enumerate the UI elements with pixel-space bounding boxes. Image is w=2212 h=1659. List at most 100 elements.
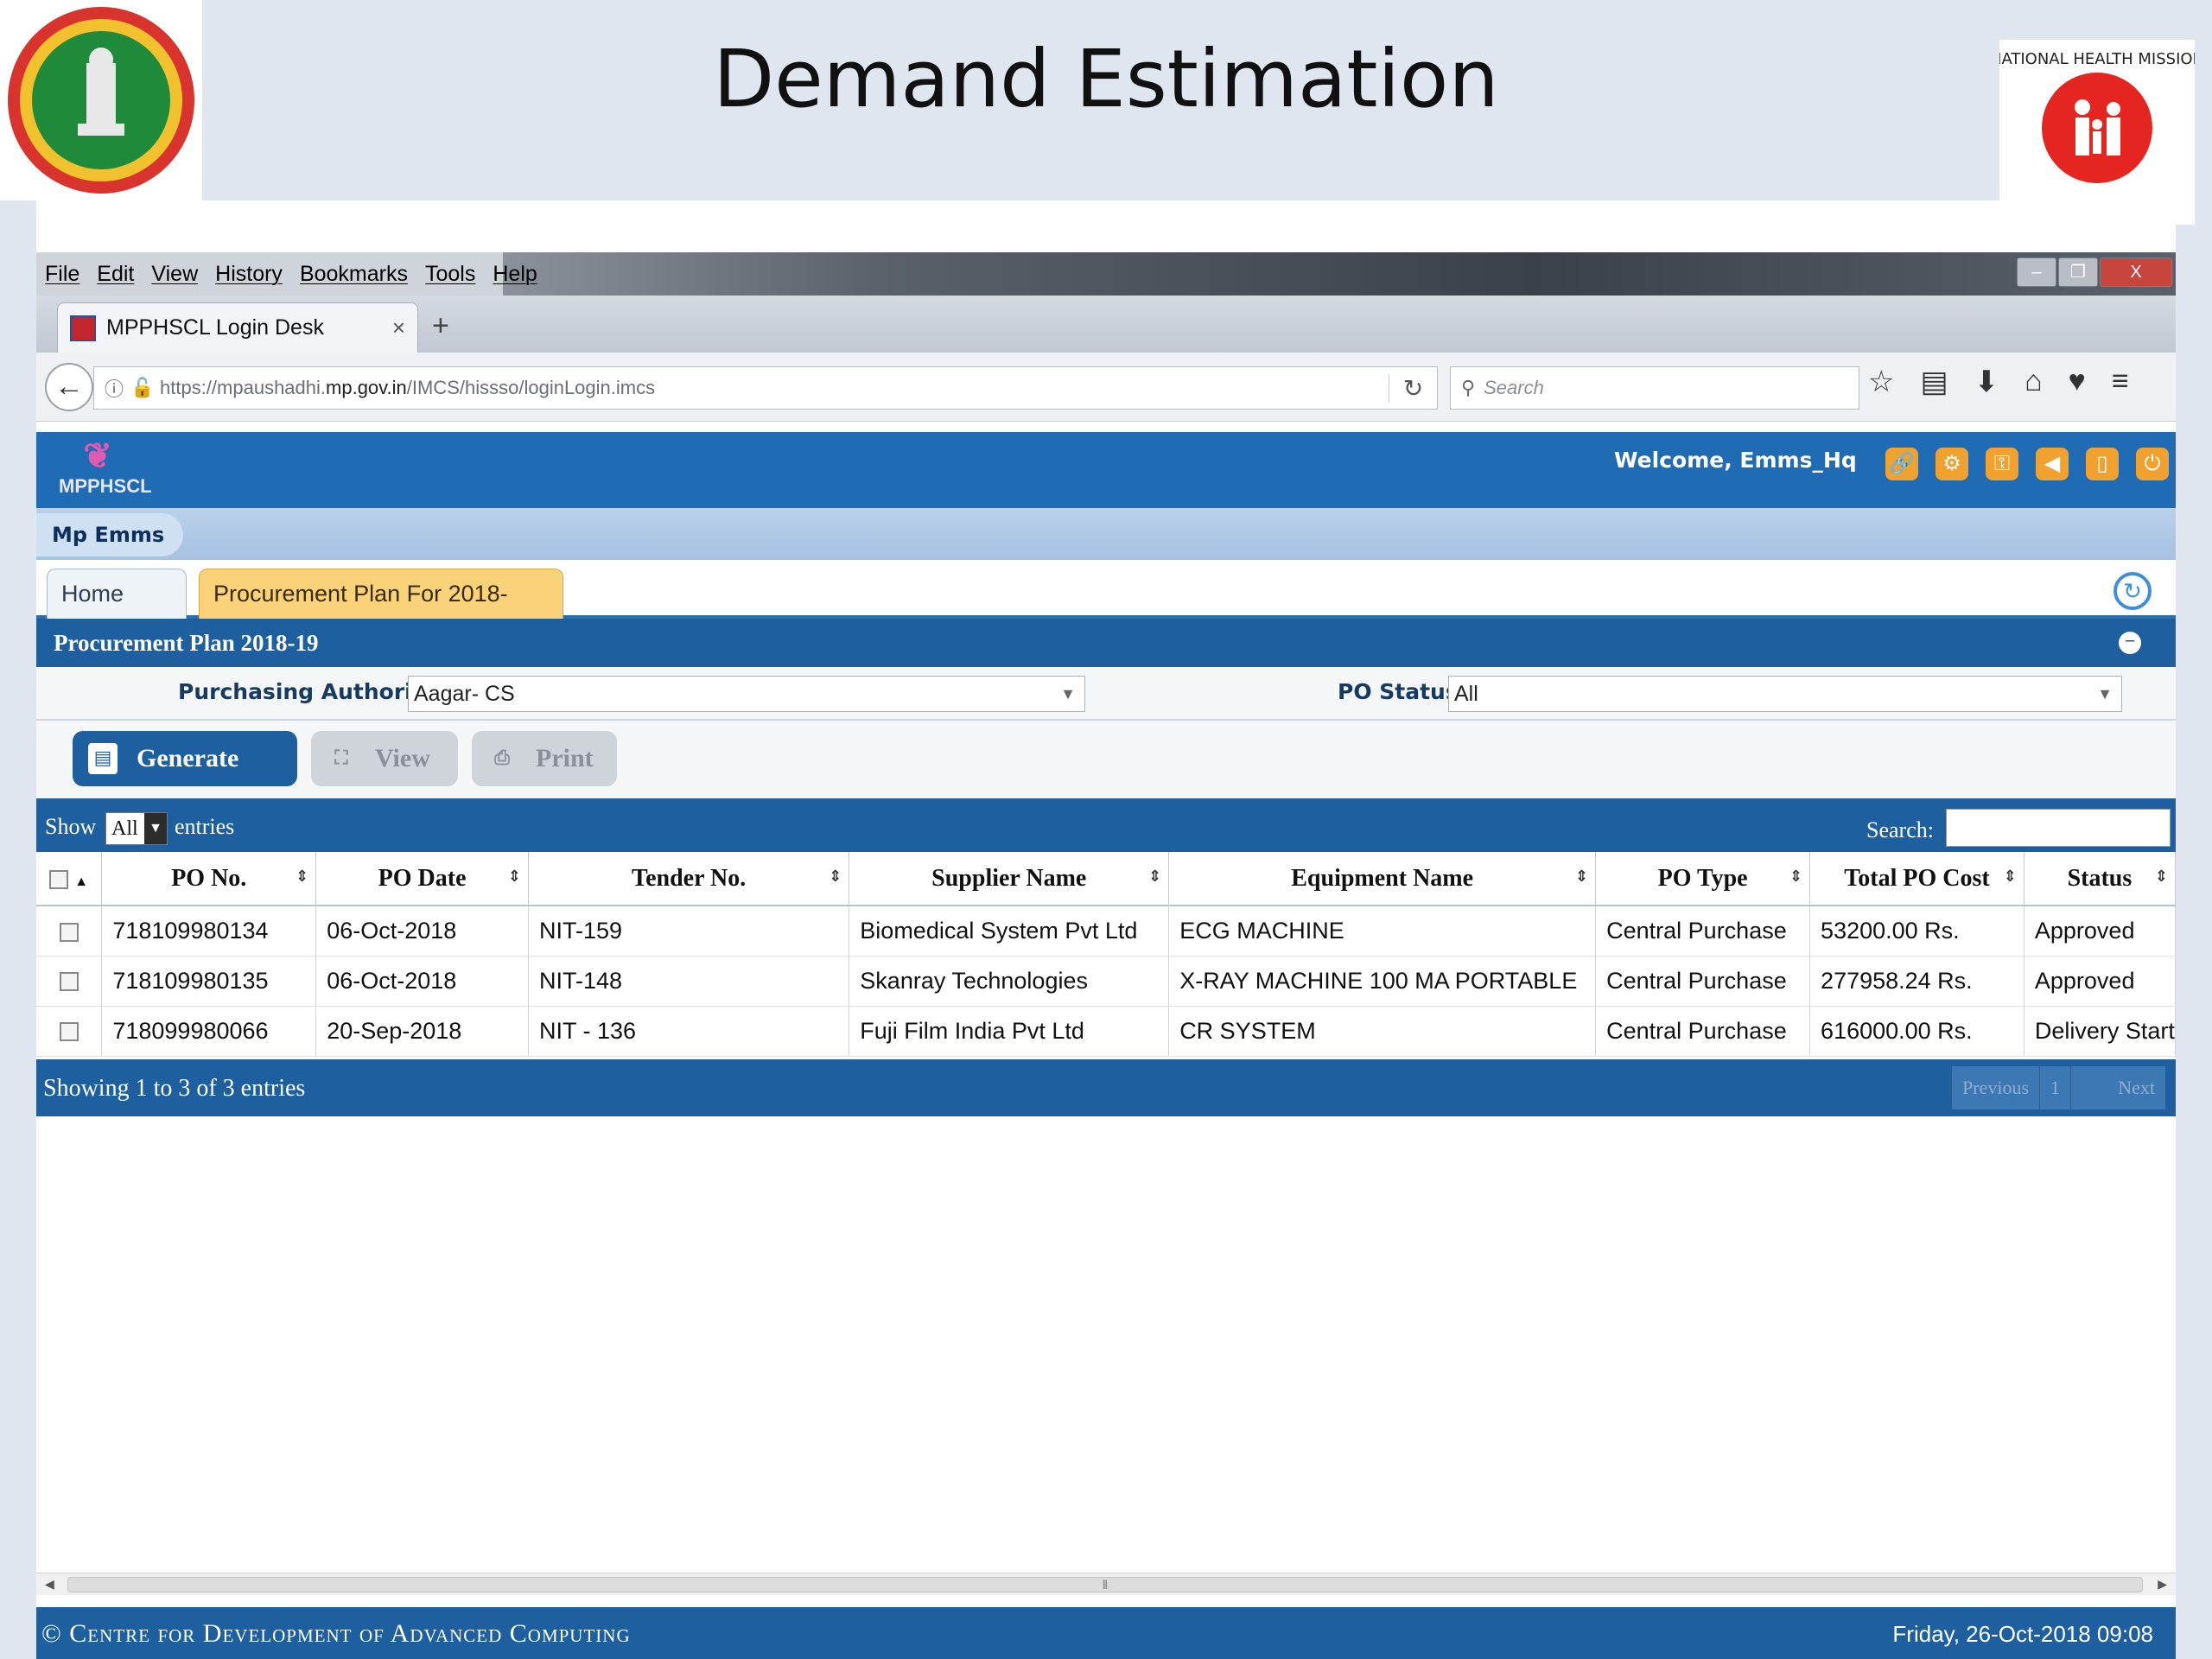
back-arrow-icon[interactable]: ←: [45, 363, 93, 411]
showing-entries-text: Showing 1 to 3 of 3 entries: [43, 1075, 306, 1102]
status-bar: © Centre for Development of Advanced Com…: [36, 1607, 2176, 1659]
column-header[interactable]: Equipment Name ⇕: [1168, 852, 1597, 906]
column-header[interactable]: PO No. ⇕: [101, 852, 317, 906]
browser-tab[interactable]: MPPHSCL Login Desk ×: [57, 302, 418, 353]
row-checkbox-cell[interactable]: [36, 1006, 103, 1057]
table-cell: 718109980135: [101, 956, 317, 1007]
app-name-pill[interactable]: Mp Emms: [36, 513, 183, 556]
purchasing-authority-label: Purchasing Authority: [178, 679, 436, 704]
entries-select[interactable]: All ▼: [105, 812, 168, 845]
po-status-select[interactable]: All ▼: [1448, 676, 2122, 712]
browser-search-input[interactable]: ⚲ Search: [1450, 366, 1859, 410]
table-cell: 06-Oct-2018: [315, 906, 529, 957]
sort-icon[interactable]: ⇕: [1575, 868, 1588, 886]
app-bar: Mp Emms: [36, 508, 2176, 560]
table-cell: Approved: [2024, 956, 2177, 1007]
row-checkbox-cell[interactable]: [36, 906, 103, 957]
table-cell: Central Purchase: [1595, 906, 1811, 957]
column-header[interactable]: Tender No. ⇕: [528, 852, 850, 906]
pocket-icon[interactable]: ♥: [2069, 365, 2086, 399]
row-checkbox[interactable]: [59, 1022, 79, 1042]
view-button[interactable]: ⛶ View: [311, 731, 458, 786]
sort-icon[interactable]: ⇕: [508, 868, 521, 886]
reload-icon[interactable]: ↻: [1389, 373, 1437, 403]
menu-history[interactable]: History: [215, 262, 283, 287]
new-tab-button[interactable]: +: [432, 309, 449, 343]
hamburger-menu-icon[interactable]: ≡: [2112, 365, 2129, 399]
select-all-header[interactable]: ▲: [36, 852, 103, 906]
menu-bookmarks[interactable]: Bookmarks: [300, 262, 408, 287]
row-checkbox[interactable]: [59, 972, 79, 992]
table-cell: Skanray Technologies: [849, 956, 1170, 1007]
table-cell: Biomedical System Pvt Ltd: [849, 906, 1170, 957]
entries-label: entries: [175, 814, 235, 839]
settings-gear-icon[interactable]: ⚙: [1936, 448, 1968, 480]
lock-warning-icon[interactable]: 🔓: [130, 377, 160, 399]
url-text: https://mpaushadhi.mp.gov.in/IMCS/hissso…: [160, 377, 656, 398]
sort-icon[interactable]: ⇕: [2155, 868, 2168, 886]
mpphscl-logo[interactable]: ❦ MPPHSCL: [59, 437, 152, 506]
scroll-left-arrow-icon[interactable]: ◀: [45, 1577, 54, 1592]
column-header[interactable]: Supplier Name ⇕: [849, 852, 1170, 906]
table-row[interactable]: 718109980135 06-Oct-2018 NIT-148 Skanray…: [36, 956, 2177, 1007]
sort-icon[interactable]: ⇕: [296, 868, 308, 886]
info-icon[interactable]: ⓘ: [105, 374, 130, 402]
power-logout-icon[interactable]: ⏻: [2136, 448, 2169, 480]
purchasing-authority-select[interactable]: Aagar- CS ▼: [408, 676, 1085, 712]
generate-button[interactable]: ▤ Generate: [73, 731, 297, 786]
column-header[interactable]: Status ⇕: [2024, 852, 2177, 906]
table-search-input[interactable]: [1946, 809, 2171, 847]
menu-edit[interactable]: Edit: [97, 262, 134, 287]
pagination: Previous 1 Next: [1951, 1066, 2165, 1109]
tab-procurement-plan[interactable]: Procurement Plan For 2018-2019 ×: [199, 569, 563, 655]
column-header[interactable]: Total PO Cost ⇕: [1809, 852, 2024, 906]
tab-home-menu[interactable]: Home Menu: [47, 569, 187, 655]
chevron-down-icon: ▼: [2097, 685, 2113, 702]
column-header[interactable]: PO Date ⇕: [315, 852, 529, 906]
select-all-checkbox[interactable]: [49, 870, 69, 890]
scroll-right-arrow-icon[interactable]: ▶: [2158, 1577, 2167, 1592]
clipboard-icon[interactable]: ▤: [1920, 365, 1948, 399]
table-row[interactable]: 718099980066 20-Sep-2018 NIT - 136 Fuji …: [36, 1006, 2177, 1057]
announcement-icon[interactable]: ◀: [2036, 448, 2069, 480]
menu-file[interactable]: File: [45, 262, 79, 287]
restore-button[interactable]: ❐: [2058, 257, 2098, 287]
menu-help[interactable]: Help: [493, 262, 537, 287]
close-window-button[interactable]: X: [2100, 257, 2172, 287]
procurement-table: ▲ PO No. ⇕ PO Date ⇕ Tender No. ⇕ Supplier …: [36, 852, 2177, 1057]
previous-page-button[interactable]: Previous: [1951, 1066, 2039, 1109]
menu-view[interactable]: View: [151, 262, 198, 287]
sort-icon[interactable]: ⇕: [2004, 868, 2017, 886]
menu-tools[interactable]: Tools: [425, 262, 475, 287]
url-bar[interactable]: ⓘ 🔓 https://mpaushadhi.mp.gov.in/IMCS/hi…: [93, 366, 1438, 410]
key-icon[interactable]: ⚿: [1986, 448, 2018, 480]
row-checkbox-cell[interactable]: [36, 956, 103, 1007]
next-page-button[interactable]: Next: [2070, 1066, 2165, 1109]
table-row[interactable]: 718109980134 06-Oct-2018 NIT-159 Biomedi…: [36, 906, 2177, 957]
table-footer: Showing 1 to 3 of 3 entries Previous 1 N…: [36, 1059, 2176, 1116]
table-cell: 616000.00 Rs.: [1809, 1006, 2024, 1057]
link-icon[interactable]: 🔗: [1885, 448, 1918, 480]
sort-icon[interactable]: ⇕: [1789, 868, 1802, 886]
bookmark-star-icon[interactable]: ☆: [1868, 365, 1894, 399]
notes-icon[interactable]: ▯: [2086, 448, 2119, 480]
printer-icon: ⎙: [494, 747, 510, 769]
sort-icon[interactable]: ⇕: [1148, 868, 1161, 886]
page-1-button[interactable]: 1: [2039, 1066, 2070, 1109]
minimize-button[interactable]: –: [2017, 257, 2056, 287]
refresh-icon[interactable]: ↻: [2113, 572, 2152, 610]
tab-close-icon[interactable]: ×: [392, 315, 405, 341]
row-checkbox[interactable]: [59, 922, 79, 942]
download-icon[interactable]: ⬇: [1974, 365, 1999, 399]
scrollbar-thumb[interactable]: ⦀: [67, 1577, 2143, 1592]
browser-screenshot: File Edit View History Bookmarks Tools H…: [36, 200, 2177, 1659]
sort-icon[interactable]: ⇕: [829, 868, 842, 886]
table-cell: 718099980066: [101, 1006, 317, 1057]
print-button[interactable]: ⎙ Print: [472, 731, 617, 786]
table-cell: NIT-148: [528, 956, 850, 1007]
column-header[interactable]: PO Type ⇕: [1595, 852, 1811, 906]
horizontal-scrollbar[interactable]: ◀ ⦀ ▶: [36, 1573, 2176, 1595]
home-icon[interactable]: ⌂: [2024, 365, 2043, 399]
collapse-icon[interactable]: −: [2119, 632, 2141, 654]
table-cell: 53200.00 Rs.: [1809, 906, 2024, 957]
